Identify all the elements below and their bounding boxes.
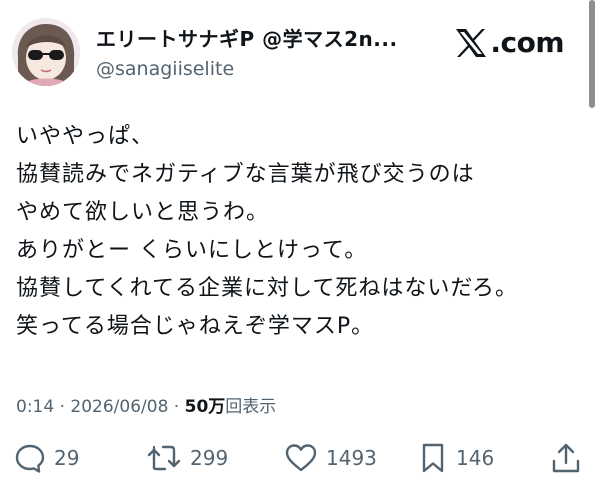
reply-count: 29 xyxy=(54,446,80,470)
like-button[interactable]: 1493 xyxy=(284,438,377,478)
meta-separator: · xyxy=(173,397,180,417)
bookmark-count: 146 xyxy=(456,446,495,470)
views-label: 回表示 xyxy=(225,397,277,417)
avatar[interactable] xyxy=(12,18,80,86)
repost-icon xyxy=(147,445,181,471)
meta-separator: · xyxy=(59,397,65,417)
tweet-line: ありがとー くらいにしとけって。 xyxy=(16,238,368,263)
heart-icon xyxy=(285,444,317,472)
avatar-image xyxy=(12,18,80,86)
author-handle[interactable]: @sanagiiselite xyxy=(96,56,446,82)
tweet-time[interactable]: 0:14 xyxy=(16,397,54,417)
bookmark-icon xyxy=(422,443,444,473)
repost-count: 299 xyxy=(190,446,229,470)
x-icon xyxy=(456,28,487,57)
tweet-body: いややっぱ、 協賛読みでネガティブな言葉が飛び交うのは やめて欲しいと思うわ。 … xyxy=(16,118,576,346)
tweet-date[interactable]: 2026/06/08 xyxy=(70,397,168,417)
like-count: 1493 xyxy=(326,446,377,470)
bookmark-button[interactable]: 146 xyxy=(418,438,494,478)
brand-label: .com xyxy=(490,26,564,59)
reply-icon xyxy=(15,444,45,473)
action-bar: 29 299 1493 146 xyxy=(0,438,600,478)
reply-button[interactable]: 29 xyxy=(14,438,79,478)
x-logo: .com xyxy=(454,26,564,59)
tweet-meta: 0:14 · 2026/06/08 · 50万回表示 xyxy=(16,392,276,417)
tweet-line: 協賛読みでネガティブな言葉が飛び交うのは xyxy=(16,162,475,187)
share-button[interactable] xyxy=(550,438,590,478)
views-count: 50万 xyxy=(184,397,226,417)
tweet-line: やめて欲しいと思うわ。 xyxy=(16,200,270,225)
tweet-line: 笑ってる場合じゃねえぞ学マスP。 xyxy=(16,314,375,339)
tweet-line: 協賛してくれてる企業に対して死ねはないだろ。 xyxy=(16,276,519,301)
share-icon xyxy=(552,443,580,473)
tweet-card: エリートサナギP @学マス2n... @sanagiiselite .com い… xyxy=(0,0,600,490)
author-display-name[interactable]: エリートサナギP @学マス2n... xyxy=(96,26,446,52)
scrollbar-thumb[interactable] xyxy=(589,0,595,108)
tweet-line: いややっぱ、 xyxy=(16,124,155,149)
repost-button[interactable]: 299 xyxy=(146,438,228,478)
author-info: エリートサナギP @学マス2n... @sanagiiselite xyxy=(96,26,446,82)
